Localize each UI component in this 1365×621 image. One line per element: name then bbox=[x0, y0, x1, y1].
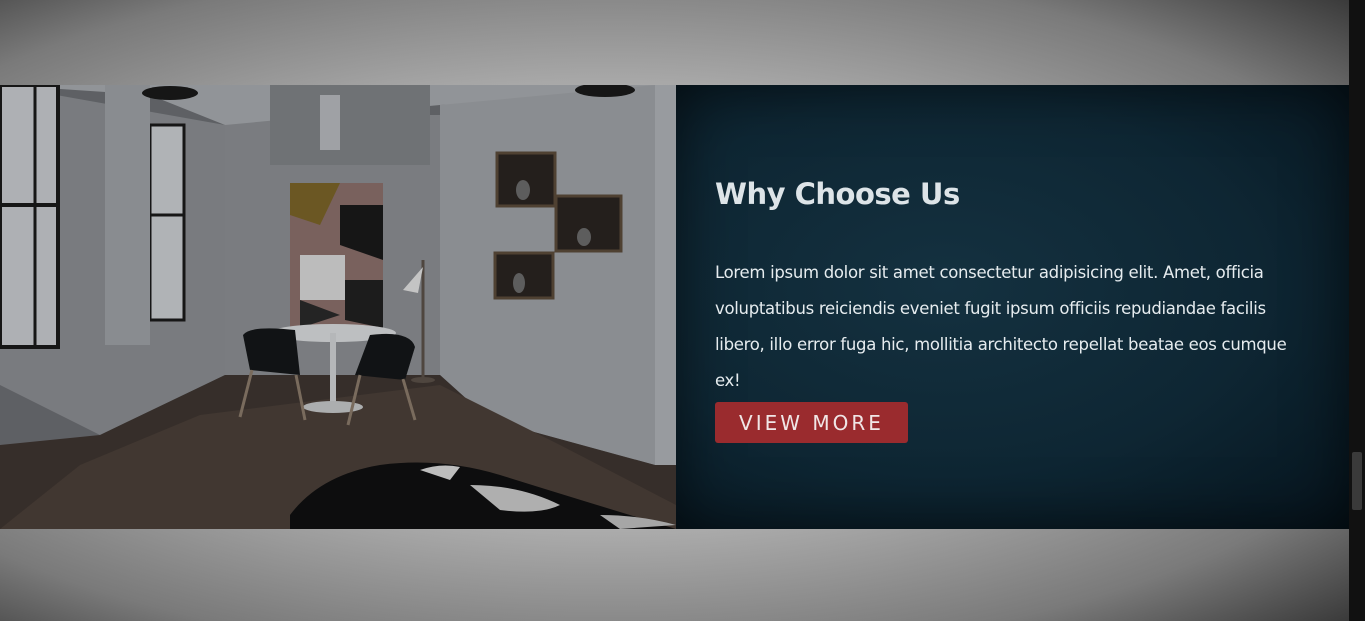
room-photo bbox=[0, 85, 676, 529]
section-description: Lorem ipsum dolor sit amet consectetur a… bbox=[715, 263, 1287, 390]
page-background: Why Choose Us Lorem ipsum dolor sit amet… bbox=[0, 0, 1349, 621]
why-choose-us-panel: Why Choose Us Lorem ipsum dolor sit amet… bbox=[676, 85, 1349, 529]
vertical-scrollbar[interactable] bbox=[1349, 0, 1365, 621]
why-choose-us-section: Why Choose Us Lorem ipsum dolor sit amet… bbox=[0, 85, 1349, 529]
section-title: Why Choose Us bbox=[715, 177, 960, 211]
view-more-button[interactable]: VIEW MORE bbox=[715, 402, 908, 443]
scrollbar-thumb[interactable] bbox=[1352, 452, 1362, 510]
